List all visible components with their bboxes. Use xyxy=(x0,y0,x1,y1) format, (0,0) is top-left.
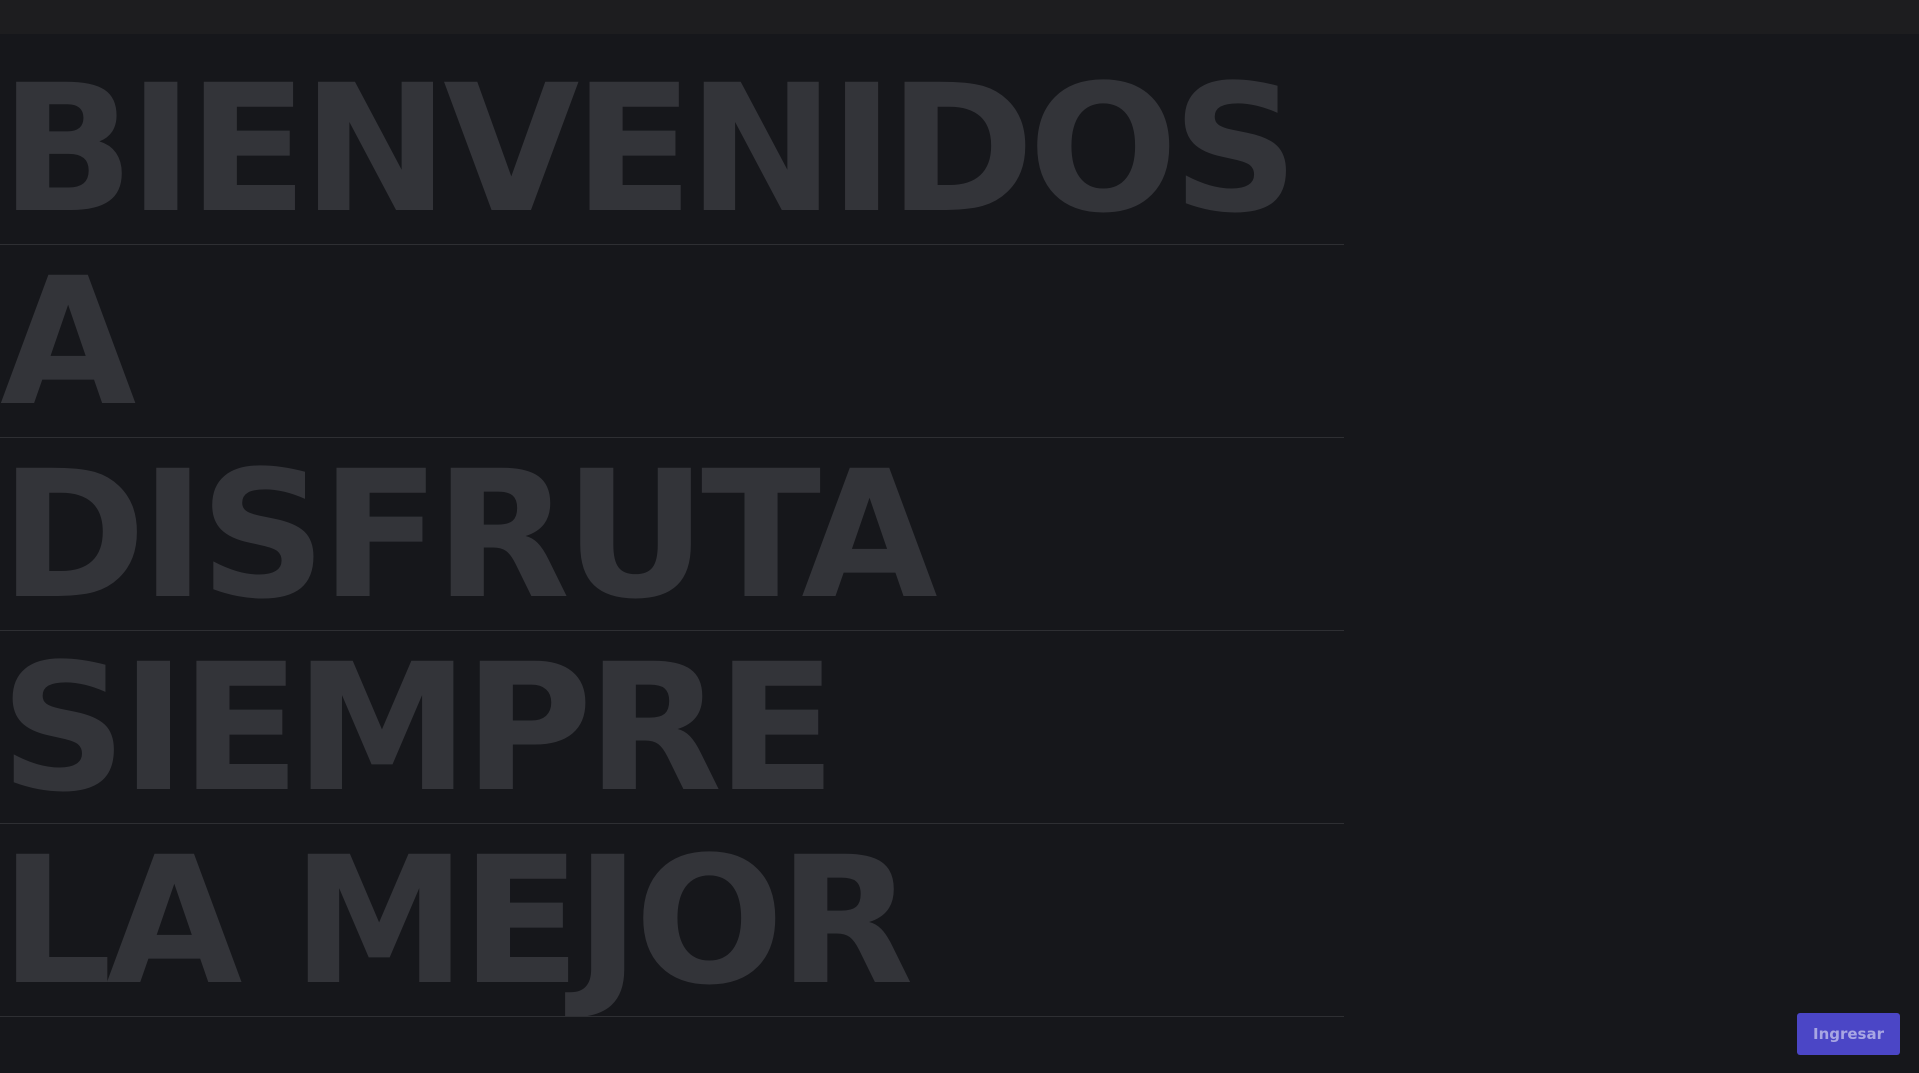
hero-line: DISFRUTA xyxy=(0,438,1344,631)
hero-line-text: SIEMPRE xyxy=(0,631,836,824)
hero-line: SIEMPRE xyxy=(0,631,1344,824)
hero-line: LA MEJOR xyxy=(0,824,1344,1017)
login-button[interactable]: Ingresar xyxy=(1797,1013,1900,1055)
top-bar xyxy=(0,0,1919,34)
hero-headline: BIENVENIDOS A DISFRUTA SIEMPRE LA MEJOR xyxy=(0,52,1344,1017)
hero-line: BIENVENIDOS xyxy=(0,52,1344,245)
hero-line-text: A xyxy=(0,245,136,438)
hero-line: A xyxy=(0,245,1344,438)
hero-line-text: DISFRUTA xyxy=(0,438,938,631)
hero-line-text: LA MEJOR xyxy=(0,824,914,1017)
hero-line-text: BIENVENIDOS xyxy=(0,52,1299,245)
